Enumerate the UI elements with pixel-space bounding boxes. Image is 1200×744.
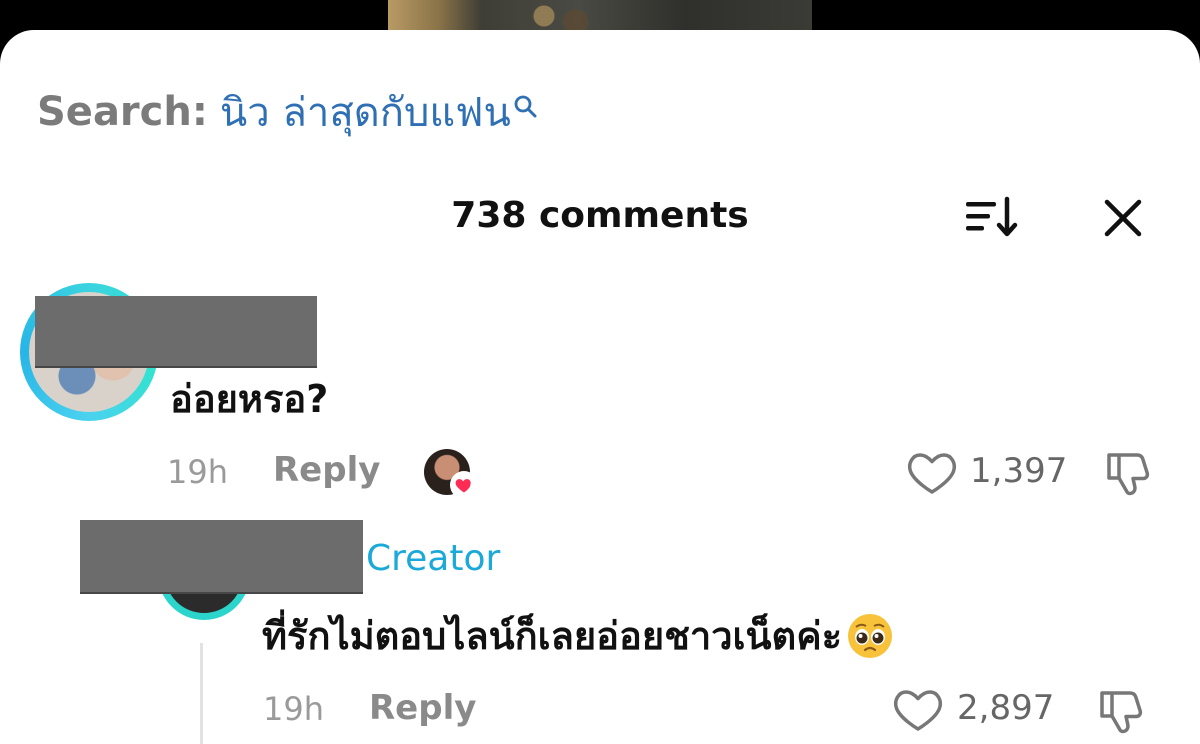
search-query[interactable]: นิว ล่าสุดกับแฟน xyxy=(220,80,511,144)
reply-button[interactable]: Reply xyxy=(273,450,380,490)
comment-time: 19h xyxy=(263,690,324,728)
pleading-face-icon xyxy=(848,613,893,658)
like-count: 1,397 xyxy=(970,451,1068,491)
redacted-username xyxy=(80,520,363,592)
reply-comment: ที่รักไม่ตอบไลน์ก็เลยอ่อยชาวเน็ตค่ะ xyxy=(262,605,894,666)
redacted-username xyxy=(35,296,317,366)
reply-button[interactable]: Reply xyxy=(369,688,476,728)
dislike-icon[interactable] xyxy=(1096,685,1150,737)
search-suggestion[interactable]: Search: นิว ล่าสุดกับแฟน xyxy=(37,80,537,144)
sort-icon[interactable] xyxy=(963,195,1021,241)
liked-by-creator-badge xyxy=(424,449,478,499)
creator-tag: Creator xyxy=(366,538,501,579)
dislike-icon[interactable] xyxy=(1103,447,1157,499)
heart-icon[interactable] xyxy=(906,449,958,497)
search-label: Search: xyxy=(37,89,208,135)
close-icon[interactable] xyxy=(1101,196,1145,240)
heart-badge-icon xyxy=(450,471,478,499)
comment-time: 19h xyxy=(167,453,228,491)
heart-icon[interactable] xyxy=(892,686,944,734)
search-icon[interactable] xyxy=(513,94,537,118)
reply-comment-text: ที่รักไม่ตอบไลน์ก็เลยอ่อยชาวเน็ตค่ะ xyxy=(262,614,843,658)
like-count: 2,897 xyxy=(957,688,1055,728)
thread-line xyxy=(200,643,203,744)
comment-text: อ่อยหรอ? xyxy=(170,377,329,421)
